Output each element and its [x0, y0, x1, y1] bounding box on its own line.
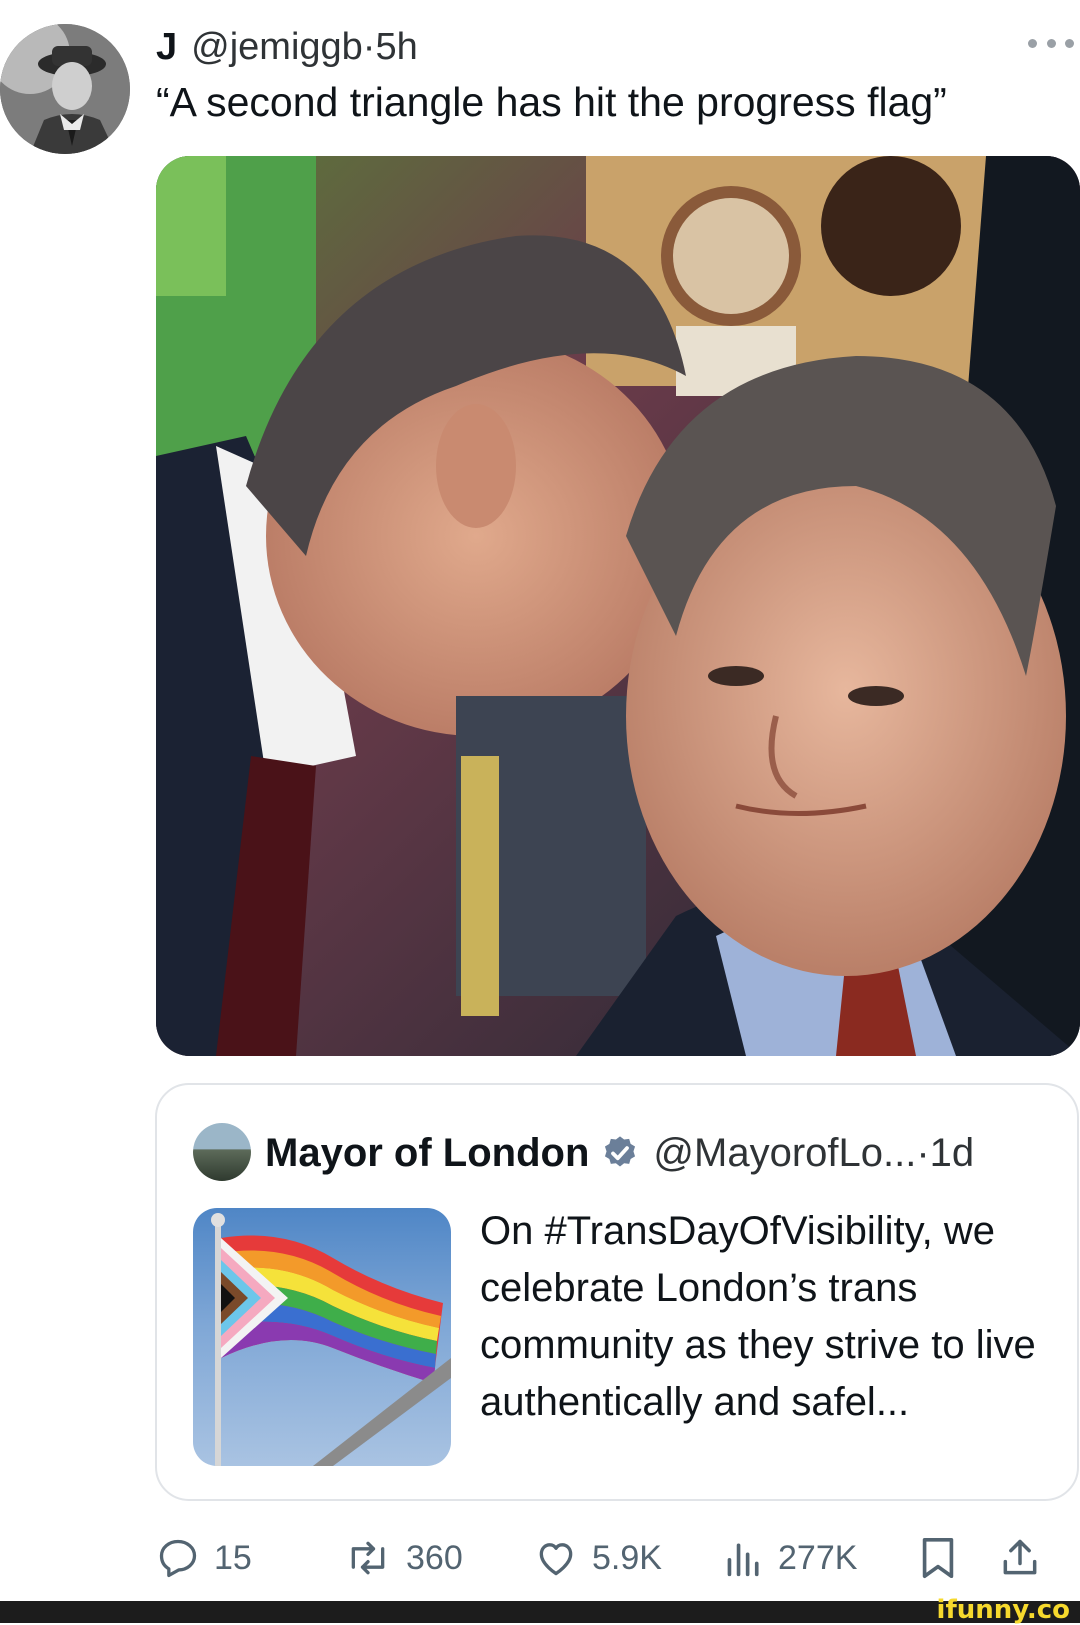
repost-count: 360 [406, 1538, 463, 1577]
share-button[interactable] [998, 1530, 1042, 1586]
views-button[interactable]: 277K [724, 1530, 857, 1586]
reply-icon [156, 1536, 200, 1580]
ifunny-watermark: ifunny.co [936, 1595, 1070, 1625]
views-icon [724, 1536, 764, 1580]
like-count: 5.9K [592, 1538, 662, 1577]
views-count: 277K [778, 1538, 858, 1577]
tweet-header: J @jemiggb · 5h [156, 22, 1080, 72]
quoted-tweet-thumbnail[interactable] [193, 1208, 451, 1466]
quoted-author-handle[interactable]: @MayorofLo... [653, 1131, 916, 1176]
tweet-photo[interactable] [156, 156, 1080, 1056]
photo-scene [156, 156, 1080, 1056]
bookmark-icon [918, 1535, 958, 1581]
watermark-bar [0, 1601, 1080, 1623]
reply-count: 15 [214, 1538, 252, 1577]
author-name[interactable]: J [156, 26, 177, 69]
quoted-tweet-card[interactable]: Mayor of London @MayorofLo... · 1d On #T… [155, 1083, 1079, 1501]
author-handle[interactable]: @jemiggb [191, 26, 363, 69]
repost-icon [344, 1536, 392, 1580]
quoted-tweet-timestamp[interactable]: 1d [930, 1131, 975, 1176]
share-icon [998, 1535, 1042, 1581]
avatar-portrait [0, 24, 130, 154]
tweet-text: “A second triangle has hit the progress … [156, 79, 947, 125]
progress-flag-image [211, 1213, 451, 1466]
quoted-author-name[interactable]: Mayor of London [265, 1131, 589, 1176]
quoted-header-separator: · [916, 1130, 930, 1175]
more-options-icon[interactable] [1028, 28, 1074, 58]
quoted-tweet-text: On #TransDayOfVisibility, we celebrate L… [480, 1209, 1036, 1424]
reply-button[interactable]: 15 [156, 1530, 252, 1586]
quoted-tweet-header: Mayor of London @MayorofLo... · 1d [265, 1123, 974, 1183]
like-icon [534, 1536, 578, 1580]
bookmark-button[interactable] [918, 1530, 958, 1586]
tweet-timestamp[interactable]: 5h [375, 26, 417, 69]
repost-button[interactable]: 360 [344, 1530, 463, 1586]
author-avatar[interactable] [0, 24, 130, 154]
header-separator: · [362, 25, 376, 68]
verified-badge-icon [601, 1134, 639, 1172]
tweet-action-bar: 15 360 5.9K 277K [156, 1530, 1080, 1586]
quoted-author-avatar[interactable] [193, 1123, 251, 1181]
like-button[interactable]: 5.9K [534, 1530, 662, 1586]
